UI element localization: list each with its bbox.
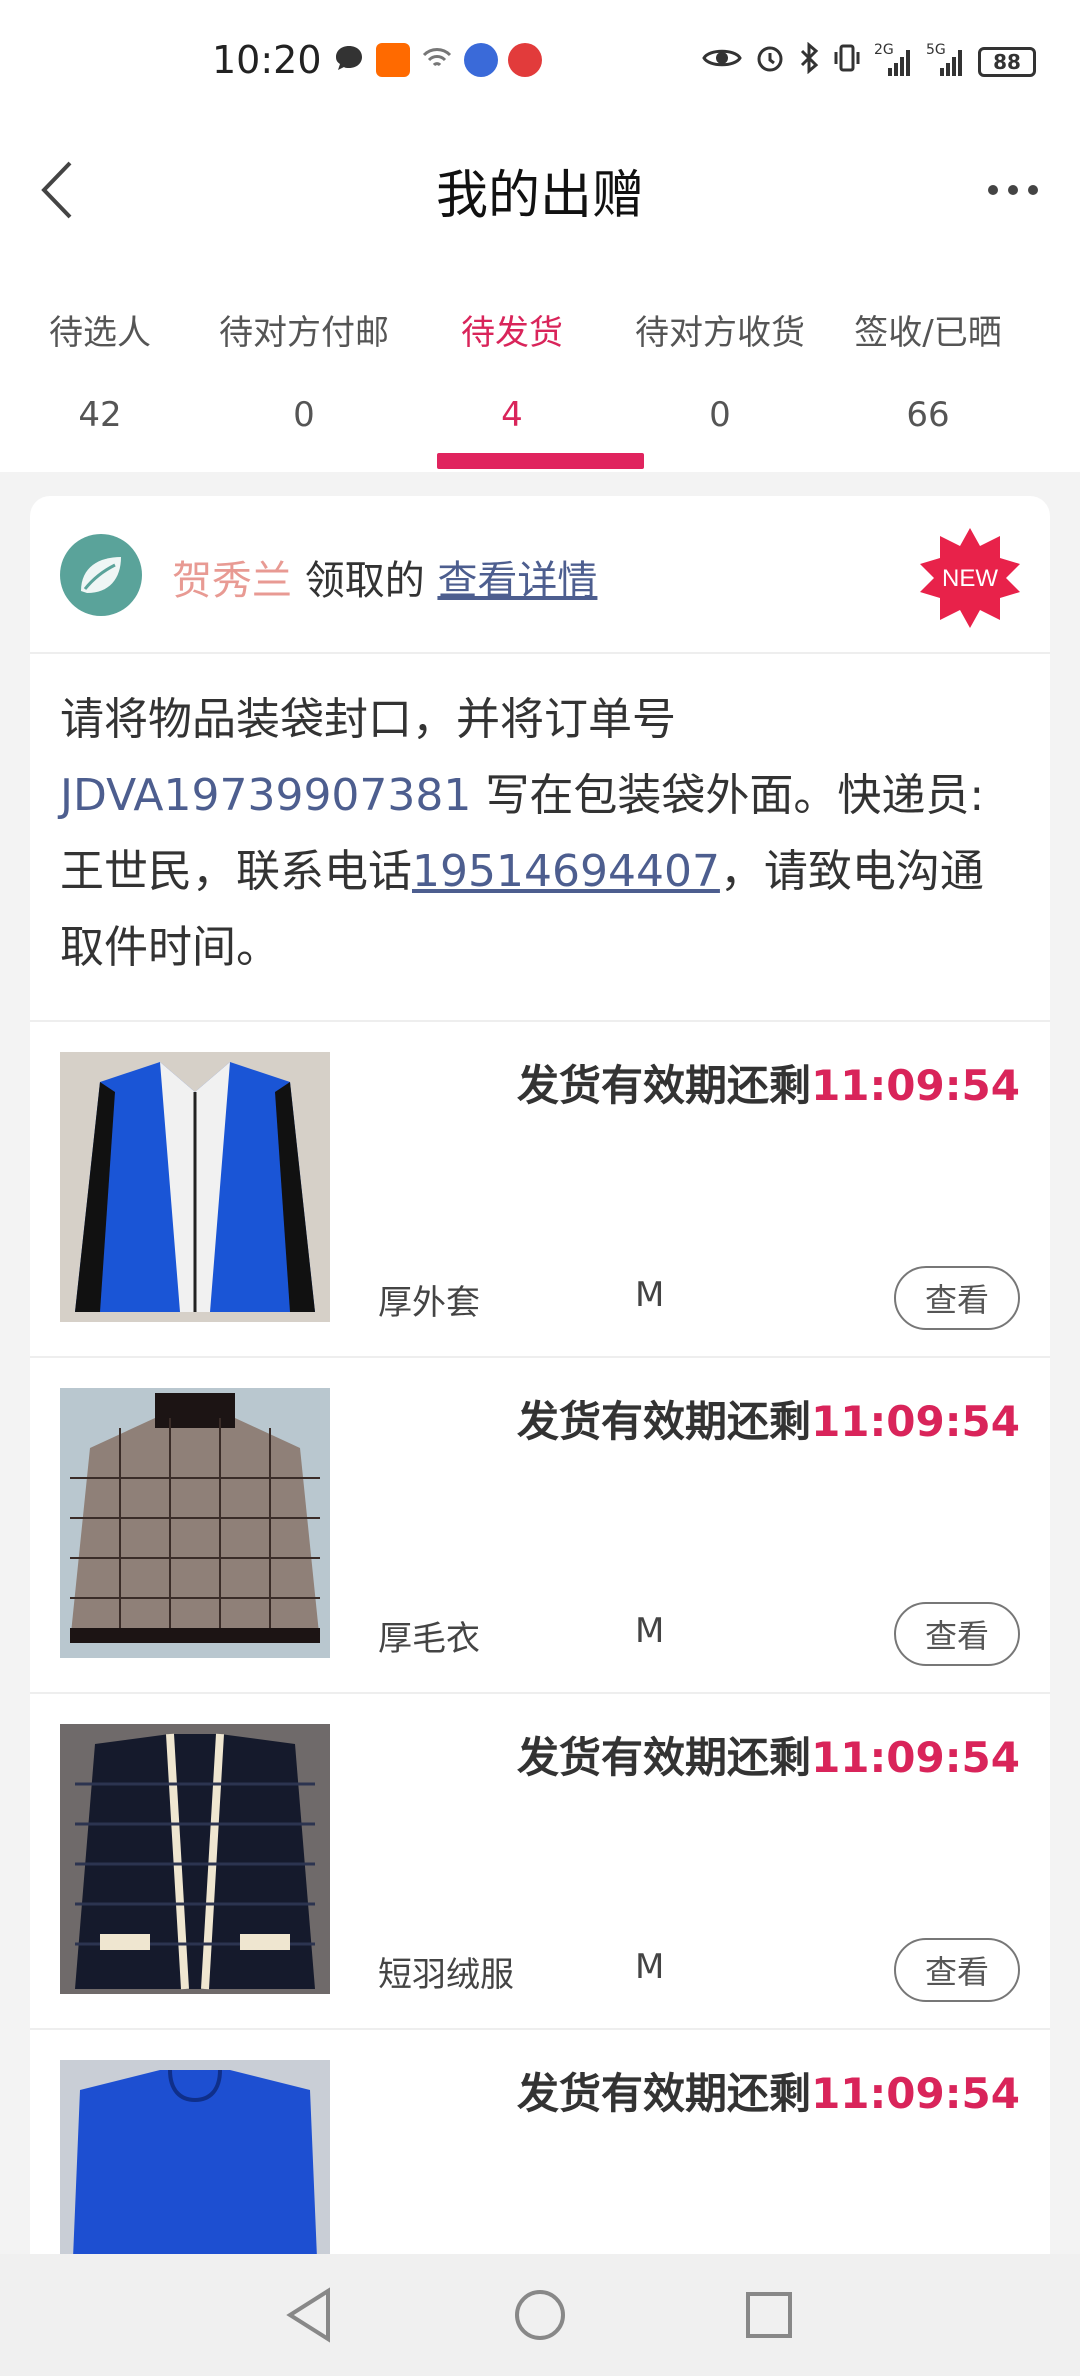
tab-count: 42	[78, 395, 122, 435]
new-badge-label: NEW	[942, 565, 998, 592]
signal-2g-icon: 2G	[874, 42, 914, 78]
instruction-text: 请将物品装袋封口，并将订单号	[60, 694, 676, 745]
tab-pending-shipment[interactable]: 待发货 4	[408, 245, 616, 472]
item-photo[interactable]	[60, 1388, 330, 1658]
active-tab-indicator	[437, 453, 644, 469]
tab-count: 66	[906, 395, 950, 435]
header: 我的出赠	[0, 135, 1080, 245]
signal-5g-label: 5G	[926, 41, 946, 58]
wifi-hotspot-icon	[420, 41, 454, 79]
tab-count: 0	[293, 395, 315, 435]
countdown-label: 发货有效期还剩	[517, 1733, 812, 1782]
tab-received-shared[interactable]: 签收/已晒 66	[824, 245, 1032, 472]
music-icon	[463, 43, 498, 77]
recipient-text: 贺秀兰 领取的 查看详情	[172, 548, 597, 606]
item-size: M	[635, 1611, 665, 1651]
app-icon	[507, 43, 542, 77]
dot	[1008, 185, 1018, 195]
countdown-label: 发货有效期还剩	[517, 2069, 812, 2118]
item-name: 厚外套	[378, 1283, 480, 1323]
item-photo[interactable]	[60, 1724, 330, 1994]
tab-label: 待选人	[49, 313, 151, 353]
square-recents-icon	[746, 2292, 792, 2338]
signal-2g-label: 2G	[874, 41, 894, 58]
countdown-label: 发货有效期还剩	[517, 1397, 812, 1446]
tab-count: 0	[709, 395, 731, 435]
bluetooth-icon	[798, 41, 820, 81]
order-number[interactable]: JDVA19739907381	[60, 770, 471, 821]
status-tabs: 待选人 42 待对方付邮 0 待发货 4 待对方收货 0 签收/已晒 66	[0, 245, 1080, 472]
shipping-instruction: 请将物品装袋封口，并将订单号 JDVA19739907381 写在包装袋外面。快…	[60, 682, 1020, 986]
shipping-countdown: 发货有效期还剩11:09:54	[517, 1052, 1020, 1113]
shipping-countdown: 发货有效期还剩11:09:54	[517, 1724, 1020, 1785]
shipping-countdown: 发货有效期还剩11:09:54	[517, 2060, 1020, 2121]
page-title: 我的出赠	[435, 166, 644, 226]
system-nav-bar	[0, 2254, 1080, 2376]
taobao-icon	[375, 43, 410, 77]
tab-pending-postage[interactable]: 待对方付邮 0	[200, 245, 408, 472]
leaf-icon	[81, 557, 121, 593]
vibrate-icon	[832, 42, 862, 81]
gift-card: 贺秀兰 领取的 查看详情 NEW 请将物品装袋封口，并将订单号 JDVA1973…	[30, 496, 1050, 2376]
view-button[interactable]: 查看	[894, 1602, 1020, 1666]
more-options-button[interactable]	[968, 155, 1058, 225]
item-photo[interactable]	[60, 1052, 330, 1322]
countdown-time: 11:09:54	[811, 1733, 1020, 1782]
signal-5g-icon: 5G	[926, 42, 966, 78]
tab-label: 待对方收货	[635, 313, 805, 353]
recipient-suffix: 领取的	[292, 558, 438, 604]
avatar[interactable]	[60, 534, 142, 616]
status-bar: 10:20 2G 5G 88	[0, 0, 1080, 135]
tab-pending-selection[interactable]: 待选人 42	[0, 245, 200, 472]
circle-home-icon	[515, 2290, 565, 2340]
courier-phone-link[interactable]: 19514694407	[412, 846, 720, 897]
battery-icon: 88	[978, 46, 1036, 77]
item-name: 厚毛衣	[378, 1619, 480, 1659]
list-item[interactable]: 发货有效期还剩11:09:54 厚外套 M 查看	[30, 1020, 1050, 1356]
countdown-time: 11:09:54	[811, 1397, 1020, 1446]
tab-count: 4	[501, 395, 523, 435]
shipping-countdown: 发货有效期还剩11:09:54	[517, 1388, 1020, 1449]
view-button[interactable]: 查看	[894, 1938, 1020, 2002]
nav-recents-button[interactable]	[736, 2282, 802, 2348]
recipient-row: 贺秀兰 领取的 查看详情 NEW	[30, 496, 1050, 654]
countdown-time: 11:09:54	[811, 2069, 1020, 2118]
dot	[1028, 185, 1038, 195]
status-bar-right: 2G 5G 88	[702, 42, 1036, 81]
item-name: 短羽绒服	[378, 1955, 514, 1995]
nav-home-button[interactable]	[507, 2282, 573, 2348]
tab-label: 待对方付邮	[219, 313, 389, 353]
new-badge: NEW	[918, 526, 1022, 630]
message-icon	[332, 41, 366, 79]
view-button[interactable]: 查看	[894, 1266, 1020, 1330]
item-size: M	[635, 1275, 665, 1315]
item-size: M	[635, 1947, 665, 1987]
list-item[interactable]: 发货有效期还剩11:09:54 短羽绒服 M 查看	[30, 1692, 1050, 2028]
tab-label: 签收/已晒	[854, 313, 1002, 353]
view-details-link[interactable]: 查看详情	[437, 558, 597, 604]
eye-icon	[702, 43, 742, 80]
recipient-name[interactable]: 贺秀兰	[172, 558, 292, 604]
dot	[988, 185, 998, 195]
status-bar-left: 10:20	[212, 38, 542, 82]
nav-back-button[interactable]	[276, 2282, 342, 2348]
list-item[interactable]: 发货有效期还剩11:09:54 厚毛衣 M 查看	[30, 1356, 1050, 1692]
tab-pending-receipt[interactable]: 待对方收货 0	[616, 245, 824, 472]
alarm-icon	[754, 42, 786, 81]
starburst-icon: NEW	[920, 528, 1020, 628]
countdown-time: 11:09:54	[811, 1061, 1020, 1110]
tab-label: 待发货	[461, 313, 563, 353]
countdown-label: 发货有效期还剩	[517, 1061, 812, 1110]
triangle-back-icon	[286, 2287, 330, 2343]
status-time: 10:20	[212, 38, 322, 82]
